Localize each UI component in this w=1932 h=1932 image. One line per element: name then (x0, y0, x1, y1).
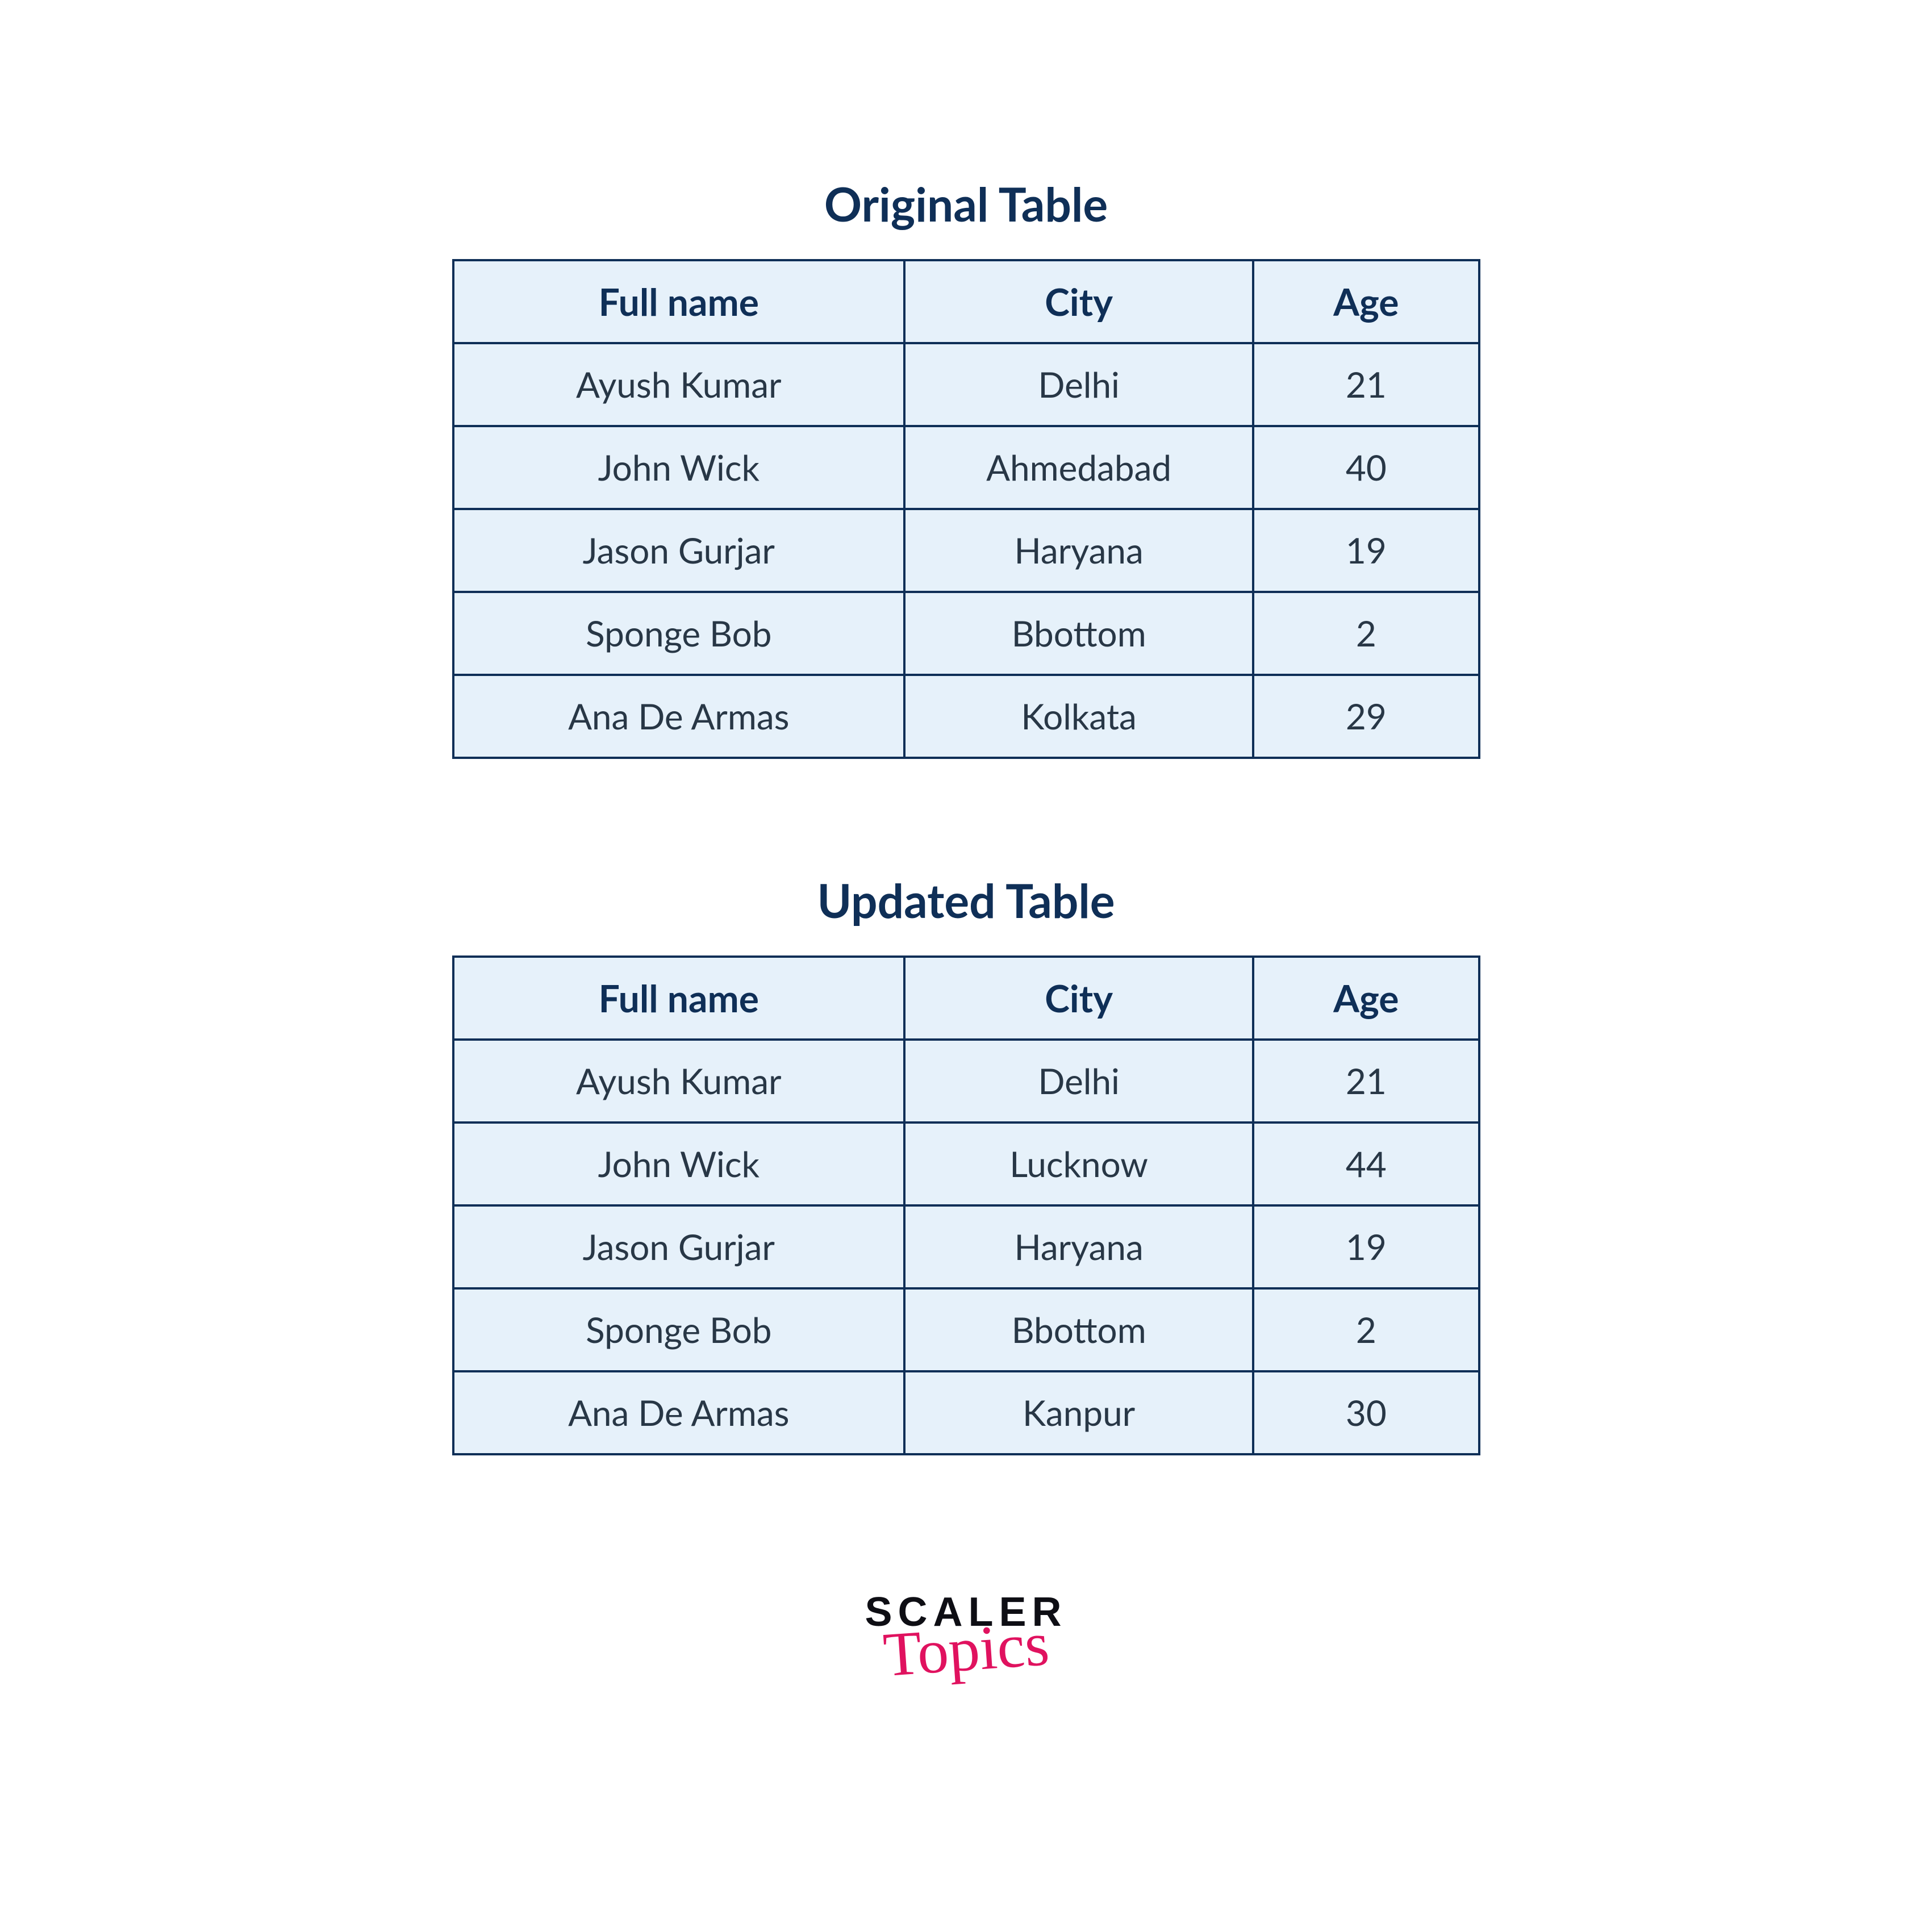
table-row: Ana De Armas Kanpur 30 (453, 1371, 1479, 1454)
cell-fullname: John Wick (453, 1123, 905, 1205)
scaler-topics-logo: SCALER Topics (865, 1592, 1067, 1680)
cell-age: 29 (1253, 675, 1479, 758)
table-row: Ayush Kumar Delhi 21 (453, 1040, 1479, 1123)
cell-city: Bbottom (904, 592, 1253, 675)
cell-age: 44 (1253, 1123, 1479, 1205)
cell-fullname: Jason Gurjar (453, 509, 905, 592)
table-header-row: Full name City Age (453, 260, 1479, 343)
cell-city: Haryana (904, 509, 1253, 592)
cell-fullname: Jason Gurjar (453, 1205, 905, 1288)
updated-table-title: Updated Table (817, 873, 1115, 928)
table-row: Sponge Bob Bbottom 2 (453, 1288, 1479, 1371)
cell-fullname: John Wick (453, 426, 905, 509)
cell-fullname: Sponge Bob (453, 592, 905, 675)
cell-fullname: Ayush Kumar (453, 343, 905, 426)
cell-city: Haryana (904, 1205, 1253, 1288)
cell-city: Kolkata (904, 675, 1253, 758)
cell-age: 40 (1253, 426, 1479, 509)
cell-city: Bbottom (904, 1288, 1253, 1371)
table-header-row: Full name City Age (453, 957, 1479, 1040)
cell-age: 2 (1253, 592, 1479, 675)
table-row: Ayush Kumar Delhi 21 (453, 343, 1479, 426)
cell-fullname: Sponge Bob (453, 1288, 905, 1371)
header-age: Age (1253, 260, 1479, 343)
header-city: City (904, 957, 1253, 1040)
cell-age: 19 (1253, 509, 1479, 592)
table-row: Jason Gurjar Haryana 19 (453, 509, 1479, 592)
cell-age: 21 (1253, 1040, 1479, 1123)
cell-fullname: Ana De Armas (453, 675, 905, 758)
header-fullname: Full name (453, 957, 905, 1040)
table-row: Ana De Armas Kolkata 29 (453, 675, 1479, 758)
cell-city: Kanpur (904, 1371, 1253, 1454)
cell-city: Lucknow (904, 1123, 1253, 1205)
header-fullname: Full name (453, 260, 905, 343)
table-row: John Wick Lucknow 44 (453, 1123, 1479, 1205)
header-age: Age (1253, 957, 1479, 1040)
cell-city: Delhi (904, 1040, 1253, 1123)
cell-fullname: Ayush Kumar (453, 1040, 905, 1123)
logo-line2: Topics (881, 1612, 1051, 1686)
cell-age: 19 (1253, 1205, 1479, 1288)
cell-age: 2 (1253, 1288, 1479, 1371)
cell-age: 21 (1253, 343, 1479, 426)
table-row: Sponge Bob Bbottom 2 (453, 592, 1479, 675)
original-table-title: Original Table (824, 176, 1108, 232)
table-row: John Wick Ahmedabad 40 (453, 426, 1479, 509)
table-row: Jason Gurjar Haryana 19 (453, 1205, 1479, 1288)
cell-city: Ahmedabad (904, 426, 1253, 509)
cell-city: Delhi (904, 343, 1253, 426)
updated-table: Full name City Age Ayush Kumar Delhi 21 … (452, 955, 1480, 1455)
cell-fullname: Ana De Armas (453, 1371, 905, 1454)
original-table: Full name City Age Ayush Kumar Delhi 21 … (452, 259, 1480, 759)
header-city: City (904, 260, 1253, 343)
cell-age: 30 (1253, 1371, 1479, 1454)
